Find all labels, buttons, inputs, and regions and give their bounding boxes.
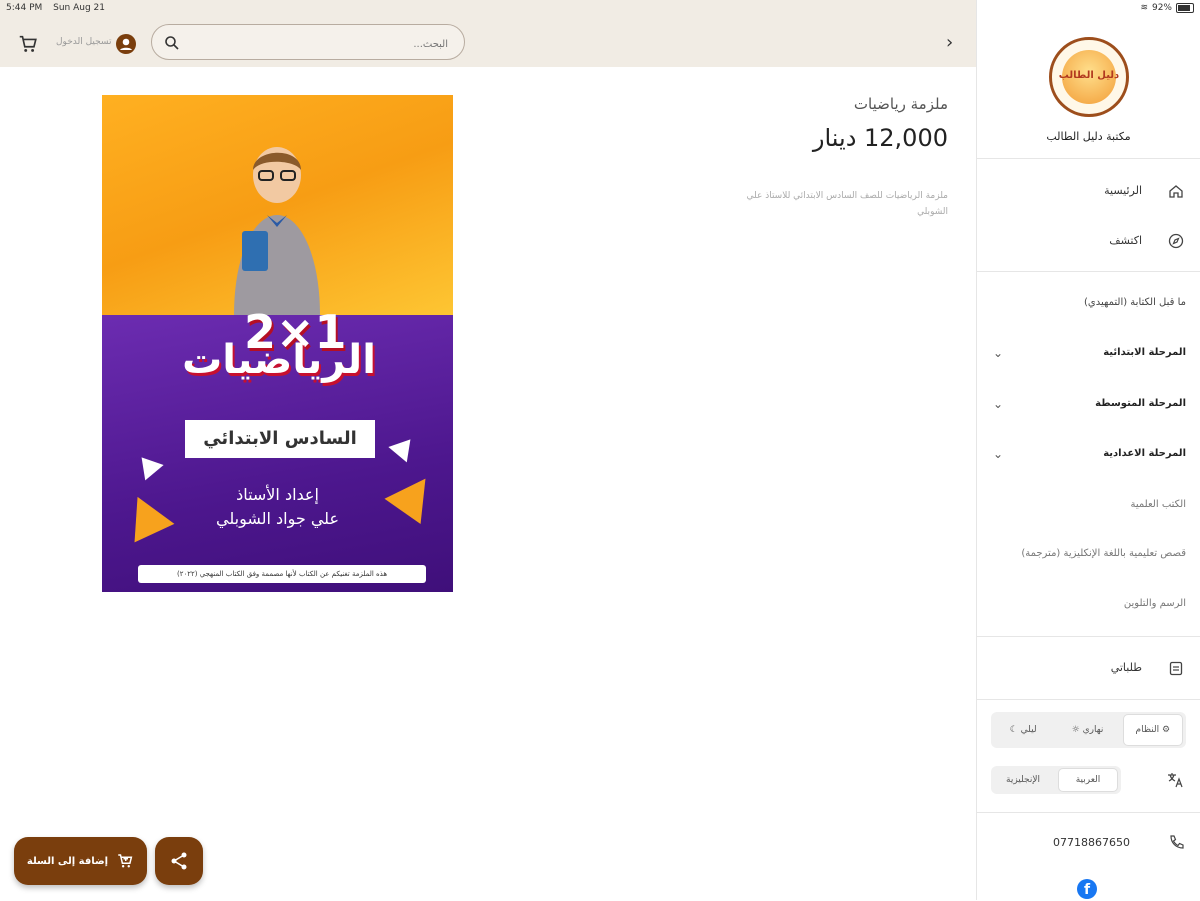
theme-dark-option[interactable]: ☾ ليلي bbox=[994, 715, 1052, 745]
theme-light-option[interactable]: ☼ نهاري bbox=[1058, 715, 1116, 745]
category-label: المرحلة الابتدائية bbox=[1103, 347, 1186, 358]
nav-home[interactable]: الرئيسية bbox=[977, 176, 1200, 206]
language-english-option[interactable]: الإنجليزية bbox=[994, 769, 1052, 791]
category-label: قصص تعليمية باللغة الإنكليزية (مترجمة) bbox=[1021, 548, 1186, 559]
orders-icon bbox=[1169, 661, 1183, 676]
status-bar-right: ≋ 92% bbox=[1140, 3, 1194, 13]
language-english-label: الإنجليزية bbox=[1006, 775, 1040, 785]
category-label: ما قبل الكتابة (التمهيدي) bbox=[1084, 297, 1186, 308]
compass-icon bbox=[1168, 233, 1184, 249]
category-intermediate[interactable]: المرحلة المتوسطة ⌄ bbox=[977, 391, 1200, 419]
store-logo[interactable]: دليل الطالب bbox=[1049, 37, 1129, 117]
logo-text: دليل الطالب bbox=[1058, 70, 1120, 81]
theme-dark-label: ليلي bbox=[1020, 725, 1037, 735]
add-to-cart-label: إضافة إلى السلة bbox=[26, 855, 109, 867]
nav-home-label: الرئيسية bbox=[1104, 184, 1142, 197]
status-bar-left: 5:44 PM Sun Aug 21 bbox=[6, 3, 113, 13]
theme-light-label: نهاري bbox=[1082, 725, 1104, 735]
divider bbox=[977, 636, 1200, 637]
divider bbox=[977, 812, 1200, 813]
category-label: الكتب العلمية bbox=[1130, 499, 1186, 510]
product-image[interactable]: 2×1 الرياضيات السادس الابتدائي إعداد الأ… bbox=[102, 95, 453, 592]
battery-icon bbox=[1176, 3, 1194, 13]
chevron-down-icon[interactable]: ⌄ bbox=[993, 447, 1003, 461]
theme-system-label: النظام bbox=[1135, 725, 1160, 735]
product-description: ملزمة الرياضيات للصف السادس الابتدائي لل… bbox=[746, 191, 948, 217]
battery-percent: 92% bbox=[1151, 3, 1172, 13]
image-author-line1: إعداد الأستاذ bbox=[236, 485, 319, 504]
category-label: المرحلة الاعدادية bbox=[1103, 448, 1186, 459]
facebook-icon[interactable]: f bbox=[1077, 879, 1097, 899]
product-price: 12,000 دينار bbox=[812, 124, 948, 152]
category-label: الرسم والتلوين bbox=[1123, 598, 1186, 609]
chevron-right-icon[interactable]: › bbox=[946, 32, 953, 53]
search-icon bbox=[165, 36, 179, 50]
category-science-books[interactable]: الكتب العلمية bbox=[977, 492, 1200, 520]
nav-orders-label: طلباتي bbox=[1110, 661, 1142, 674]
phone-number[interactable]: 07718867650 bbox=[1053, 836, 1130, 849]
image-grade: السادس الابتدائي bbox=[185, 420, 375, 458]
add-cart-icon bbox=[118, 854, 133, 868]
category-primary[interactable]: المرحلة الابتدائية ⌄ bbox=[977, 340, 1200, 368]
login-link[interactable]: تسجيل الدخول bbox=[56, 37, 111, 47]
divider bbox=[977, 699, 1200, 700]
category-preparatory[interactable]: المرحلة الاعدادية ⌄ bbox=[977, 441, 1200, 469]
user-icon[interactable] bbox=[116, 34, 136, 54]
search-input[interactable] bbox=[186, 33, 450, 55]
home-icon bbox=[1169, 185, 1183, 198]
status-time: 5:44 PM bbox=[6, 3, 43, 13]
nav-discover-label: اكتشف bbox=[1109, 234, 1142, 247]
language-arabic-label: العربية bbox=[1075, 775, 1101, 785]
category-preschool[interactable]: ما قبل الكتابة (التمهيدي) bbox=[977, 290, 1200, 318]
add-to-cart-button[interactable]: إضافة إلى السلة bbox=[14, 837, 147, 885]
boy-illustration bbox=[234, 147, 320, 315]
language-selector: الإنجليزية العربية bbox=[991, 766, 1121, 794]
chevron-down-icon[interactable]: ⌄ bbox=[993, 346, 1003, 360]
theme-system-option[interactable]: النظام ⚙ bbox=[1122, 714, 1183, 746]
nav-discover[interactable]: اكتشف bbox=[977, 226, 1200, 256]
divider bbox=[977, 271, 1200, 272]
translate-icon bbox=[1168, 773, 1183, 788]
share-icon bbox=[171, 852, 187, 870]
status-date: Sun Aug 21 bbox=[53, 3, 106, 13]
language-arabic-option[interactable]: العربية bbox=[1058, 768, 1118, 792]
image-author-line2: علي جواد الشوبلي bbox=[215, 509, 340, 528]
chevron-down-icon[interactable]: ⌄ bbox=[993, 397, 1003, 411]
image-title-block: 2×1 الرياضيات bbox=[144, 305, 414, 415]
cart-icon[interactable] bbox=[17, 33, 39, 55]
category-drawing[interactable]: الرسم والتلوين bbox=[977, 591, 1200, 619]
category-label: المرحلة المتوسطة bbox=[1095, 398, 1186, 409]
image-footer: هذه الملزمة تغنيكم عن الكتاب لأنها مصممة… bbox=[138, 565, 426, 583]
store-name: مكتبة دليل الطالب bbox=[1046, 130, 1131, 143]
theme-selector: ☾ ليلي ☼ نهاري النظام ⚙ bbox=[991, 712, 1186, 748]
share-button[interactable] bbox=[155, 837, 203, 885]
search-bar[interactable] bbox=[151, 24, 465, 60]
wifi-icon: ≋ bbox=[1140, 3, 1148, 13]
nav-orders[interactable]: طلباتي bbox=[977, 653, 1200, 683]
image-title: الرياضيات bbox=[182, 337, 376, 383]
product-title: ملزمة رياضيات bbox=[853, 95, 948, 113]
category-english-stories[interactable]: قصص تعليمية باللغة الإنكليزية (مترجمة) bbox=[977, 541, 1200, 569]
divider bbox=[977, 158, 1200, 159]
sidebar: ≋ 92% دليل الطالب مكتبة دليل الطالب الرئ… bbox=[976, 0, 1200, 900]
phone-icon bbox=[1170, 835, 1184, 849]
top-bar: 5:44 PM Sun Aug 21 تسجيل الدخول › bbox=[0, 0, 976, 67]
